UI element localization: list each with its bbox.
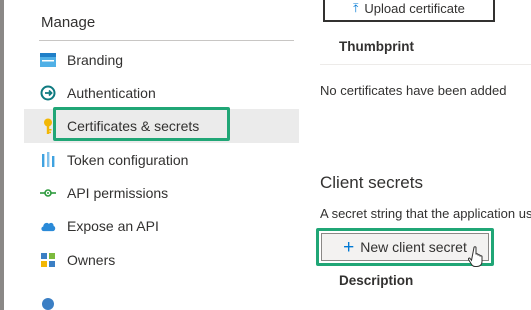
- branding-icon: [40, 52, 56, 68]
- sidebar-item-token-configuration[interactable]: Token configuration: [24, 143, 299, 177]
- sidebar-item-branding[interactable]: Branding: [24, 43, 299, 77]
- new-client-secret-label: New client secret: [360, 239, 467, 255]
- api-permissions-icon: [40, 185, 56, 201]
- sidebar-item-partial[interactable]: [24, 288, 299, 310]
- new-client-secret-button[interactable]: + New client secret: [321, 233, 489, 261]
- sidebar-item-label: Branding: [67, 52, 124, 68]
- main-panel: ⤒ Upload certificate Thumbprint No certi…: [300, 0, 531, 310]
- sidebar-item-owners[interactable]: Owners: [24, 243, 299, 277]
- certificates-highlight-box: [53, 107, 230, 141]
- sidebar-item-label: Owners: [67, 252, 116, 268]
- sidebar: Manage Branding Authentication Certifica…: [24, 0, 299, 310]
- no-certificates-message: No certificates have been added: [320, 83, 507, 98]
- window-edge: [0, 0, 4, 310]
- token-bars-icon: [40, 152, 56, 168]
- client-secrets-description: A secret string that the application use…: [320, 206, 531, 221]
- partial-item-icon: [40, 296, 56, 310]
- client-secrets-title: Client secrets: [320, 173, 423, 192]
- authentication-icon: [40, 85, 56, 101]
- sidebar-item-expose-an-api[interactable]: Expose an API: [24, 209, 299, 243]
- plus-icon: +: [343, 236, 355, 258]
- sidebar-item-authentication[interactable]: Authentication: [24, 76, 299, 110]
- manage-section-title: Manage: [41, 14, 96, 31]
- owners-grid-icon: [40, 252, 56, 268]
- description-column-header: Description: [339, 273, 414, 288]
- thumbprint-column-header: Thumbprint: [339, 39, 414, 54]
- sidebar-item-label: API permissions: [67, 185, 169, 201]
- sidebar-item-api-permissions[interactable]: API permissions: [24, 176, 299, 210]
- sidebar-item-label: Expose an API: [67, 218, 159, 234]
- sidebar-item-label: Token configuration: [67, 152, 189, 168]
- cloud-icon: [40, 218, 56, 234]
- section-divider: [39, 40, 294, 41]
- upload-certificate-label: Upload certificate: [364, 0, 465, 16]
- certificates-table-divider: [320, 64, 531, 65]
- sidebar-item-label: Authentication: [67, 85, 156, 101]
- upload-certificate-button[interactable]: ⤒ Upload certificate: [323, 0, 495, 22]
- upload-icon: ⤒: [353, 0, 359, 15]
- hand-pointer-cursor-icon: [468, 246, 483, 267]
